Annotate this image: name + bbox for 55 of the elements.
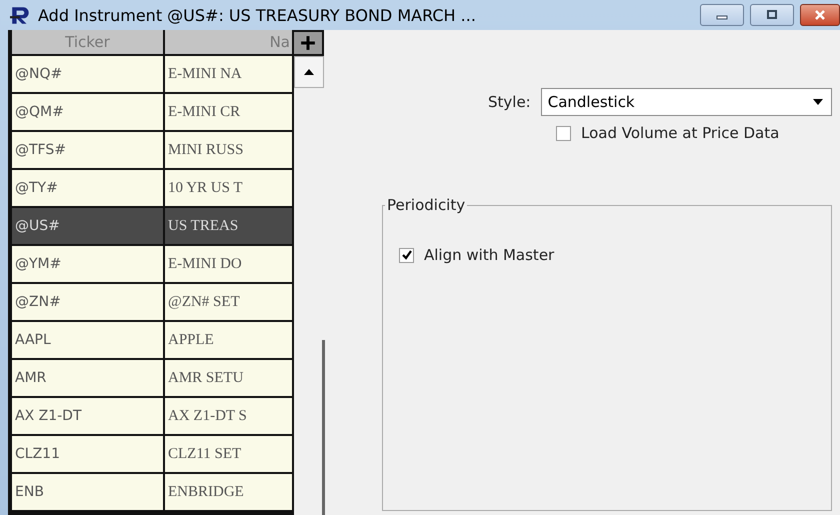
- table-cell: 10 YR US T: [165, 170, 292, 206]
- table-cell: @TFS#: [12, 132, 163, 168]
- checkbox[interactable]: [556, 126, 571, 140]
- checkbox-label: Align with Master: [424, 246, 554, 264]
- table-row[interactable]: ENB ENBRIDGE: [12, 474, 294, 510]
- table-cell: US TREAS: [165, 208, 292, 244]
- table-cell: E-MINI NA: [165, 56, 292, 92]
- table-cell: AMR SETU: [165, 360, 292, 396]
- style-dropdown[interactable]: Candlestick: [540, 88, 832, 116]
- table-row[interactable]: @TY# 10 YR US T: [12, 170, 294, 206]
- maximize-button[interactable]: [750, 4, 794, 26]
- table-row[interactable]: @YM# E-MINI DO: [12, 246, 294, 282]
- checkbox-label: Load Volume at Price Data: [581, 124, 780, 142]
- close-button[interactable]: [800, 4, 840, 26]
- table-row[interactable]: @TFS# MINI RUSS: [12, 132, 294, 168]
- table-row[interactable]: AX Z1-DT AX Z1-DT S: [12, 398, 294, 434]
- table-row[interactable]: AMR AMR SETU: [12, 360, 294, 396]
- table-cell: @US#: [12, 208, 163, 244]
- add-column-button[interactable]: [294, 30, 324, 56]
- table-row[interactable]: @QM# E-MINI CR: [12, 94, 294, 130]
- table-cell: @QM#: [12, 94, 163, 130]
- table-cell: @ZN# SET: [165, 284, 292, 320]
- table-row[interactable]: @US# US TREAS: [12, 208, 294, 244]
- dropdown-arrow-icon: [813, 99, 823, 105]
- table-cell: E-MINI CR: [165, 94, 292, 130]
- table-cell: @ZN#: [12, 284, 163, 320]
- minimize-button[interactable]: [700, 4, 744, 26]
- table-cell: @TY#: [12, 170, 163, 206]
- checkbox[interactable]: [399, 248, 414, 262]
- table-cell: ENB: [12, 474, 163, 510]
- table-cell: @YM#: [12, 246, 163, 282]
- checkmark-icon: [400, 249, 412, 261]
- table-cell: ENBRIDGE: [165, 474, 292, 510]
- scroll-up-button[interactable]: [294, 56, 324, 88]
- plus-icon: [300, 35, 316, 51]
- table-row[interactable]: @NQ# E-MINI NA: [12, 56, 294, 92]
- table-cell: AX Z1-DT: [12, 398, 163, 434]
- table-cell: AMR: [12, 360, 163, 396]
- up-arrow-icon: [304, 69, 314, 75]
- maximize-icon: [765, 10, 779, 20]
- table-row[interactable]: @ZN# @ZN# SET: [12, 284, 294, 320]
- table-row[interactable]: CLZ11 CLZ11 SET: [12, 436, 294, 472]
- close-icon: [813, 10, 827, 20]
- group-title: Periodicity: [386, 196, 466, 214]
- table-cell: CLZ11 SET: [165, 436, 292, 472]
- table-cell: @NQ#: [12, 56, 163, 92]
- window-title: Add Instrument @US#: US TREASURY BOND MARCH ...: [38, 6, 477, 24]
- table-cell: AX Z1-DT S: [165, 398, 292, 434]
- style-label: Style:: [488, 93, 531, 111]
- table-row[interactable]: AAPL APPLE: [12, 322, 294, 358]
- table-cell: APPLE: [165, 322, 292, 358]
- table-cell: MINI RUSS: [165, 132, 292, 168]
- table-cell: E-MINI DO: [165, 246, 292, 282]
- table-cell: AAPL: [12, 322, 163, 358]
- table-cell: CLZ11: [12, 436, 163, 472]
